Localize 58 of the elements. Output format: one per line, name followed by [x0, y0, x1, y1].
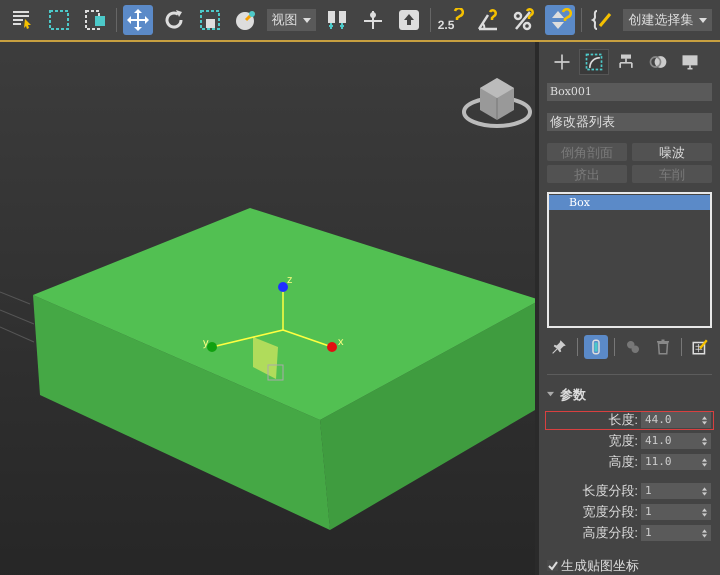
spinner-arrows-icon	[702, 528, 707, 538]
grid-lines-drawing	[0, 292, 34, 342]
parameter-label: 高度分段:	[582, 524, 638, 542]
modifier-button[interactable]: 噪波	[632, 142, 712, 161]
viewcube-drawing[interactable]	[462, 78, 532, 128]
checkbox[interactable]	[547, 560, 558, 571]
parameter-label: 宽度:	[608, 432, 638, 450]
viewport[interactable]: z y x	[0, 42, 536, 575]
pin-icon	[550, 338, 568, 356]
sphere-link-icon	[234, 8, 258, 32]
spinner-field[interactable]: 11.0	[641, 454, 711, 470]
expanded-arrow-icon	[547, 391, 554, 398]
spinner-field[interactable]: 1	[641, 504, 711, 520]
checkbox-label: 生成贴图坐标	[561, 556, 639, 574]
spinner-field[interactable]: 44.0	[641, 412, 711, 428]
parameter-label: 高度:	[608, 453, 638, 472]
axis-label: x	[338, 336, 344, 348]
toolbar-button[interactable]	[122, 5, 153, 35]
parameter-label: 宽度分段:	[582, 503, 638, 522]
percent-snap-icon	[512, 8, 536, 32]
keyboard-key-icon	[397, 8, 421, 32]
spinner-arrows-icon	[702, 508, 707, 516]
move-icon	[126, 8, 150, 32]
toolbar-button[interactable]: 2.5	[436, 5, 467, 35]
box-drawing[interactable]	[33, 208, 536, 530]
stack-tool-button[interactable]	[584, 335, 608, 360]
dropdown[interactable]: 视图	[266, 9, 316, 31]
panel-tab[interactable]	[579, 48, 609, 75]
parameter-label: 长度:	[608, 411, 638, 430]
caret-icon	[699, 18, 708, 22]
stack-item[interactable]: Box	[549, 194, 710, 210]
rollout-header[interactable]: 参数	[547, 385, 712, 404]
angle-snap-icon	[476, 8, 500, 32]
snap-label: 2.5	[438, 17, 454, 34]
scale-icon	[198, 8, 222, 32]
configure-sets-icon	[691, 338, 709, 356]
rectangle-select-icon	[47, 8, 71, 32]
spinner-field[interactable]: 1	[641, 525, 711, 541]
spinner-arrows-icon	[702, 486, 707, 496]
dropdown[interactable]: 创建选择集	[623, 9, 712, 31]
parameter-label: 长度分段:	[582, 482, 638, 500]
curve-icon	[584, 52, 604, 72]
modifier-stack-list[interactable]: Box	[547, 192, 712, 328]
axis-label: y	[203, 337, 208, 349]
object-name-field[interactable]: Box001	[547, 83, 712, 101]
spinner-field[interactable]: 41.0	[641, 433, 711, 449]
caret-icon	[303, 18, 311, 22]
plus-icon	[552, 52, 572, 72]
spinner-arrows-icon	[702, 436, 707, 446]
spinner-arrows-icon	[702, 416, 707, 424]
axis-label: z	[287, 274, 292, 286]
window-crossing-icon	[83, 8, 107, 32]
toolbar-button[interactable]	[544, 5, 575, 35]
spinner-field[interactable]: 1	[641, 483, 711, 499]
modifier-list-dropdown[interactable]: 修改器列表	[547, 112, 712, 131]
trash-icon	[654, 338, 672, 356]
rollout-title: 参数	[560, 386, 586, 404]
spinner-arrows-icon	[702, 458, 707, 466]
